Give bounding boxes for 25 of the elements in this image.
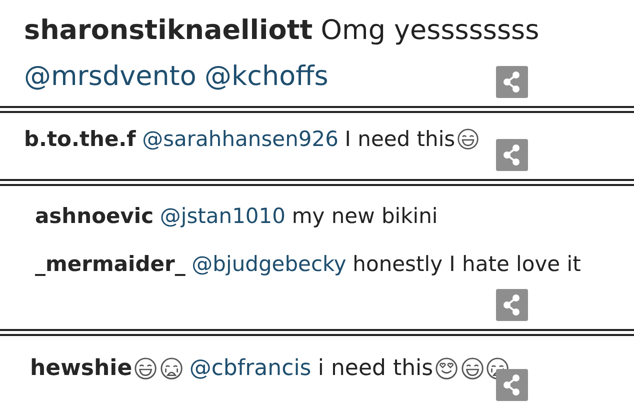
heart-eyes-face-icon [435,356,458,380]
comment-text: Omg yessssssss [320,14,540,48]
mention-link[interactable]: @jstan1010 [160,198,286,234]
comment-text: honestly I hate love it [352,251,581,278]
username-link[interactable]: b.to.the.f [24,127,136,151]
comment-text: I need this [344,127,456,151]
share-icon[interactable] [496,139,528,171]
mention-link[interactable]: @kchoffs [204,54,328,100]
crying-face-icon [160,356,183,380]
mention-link[interactable]: @sarahhansen926 [142,127,338,151]
laughing-face-icon [134,356,158,380]
share-icon[interactable] [496,66,528,98]
comment-text: my new bikini [292,203,438,230]
username-link[interactable]: _mermaider_ [35,246,186,282]
laughing-face-icon [460,356,484,380]
username-link[interactable]: hewshie [30,356,132,381]
comment-text: i need this [318,356,434,381]
username-link[interactable]: sharonstiknaelliott [24,8,313,54]
username-link[interactable]: ashnoevic [35,198,154,234]
share-icon[interactable] [496,289,528,321]
mention-link[interactable]: @cbfrancis [189,356,312,381]
share-icon[interactable] [496,369,528,401]
mention-link[interactable]: @bjudgebecky [192,246,346,282]
laughing-face-icon [457,128,480,150]
mention-link[interactable]: @mrsdvento [24,54,196,100]
